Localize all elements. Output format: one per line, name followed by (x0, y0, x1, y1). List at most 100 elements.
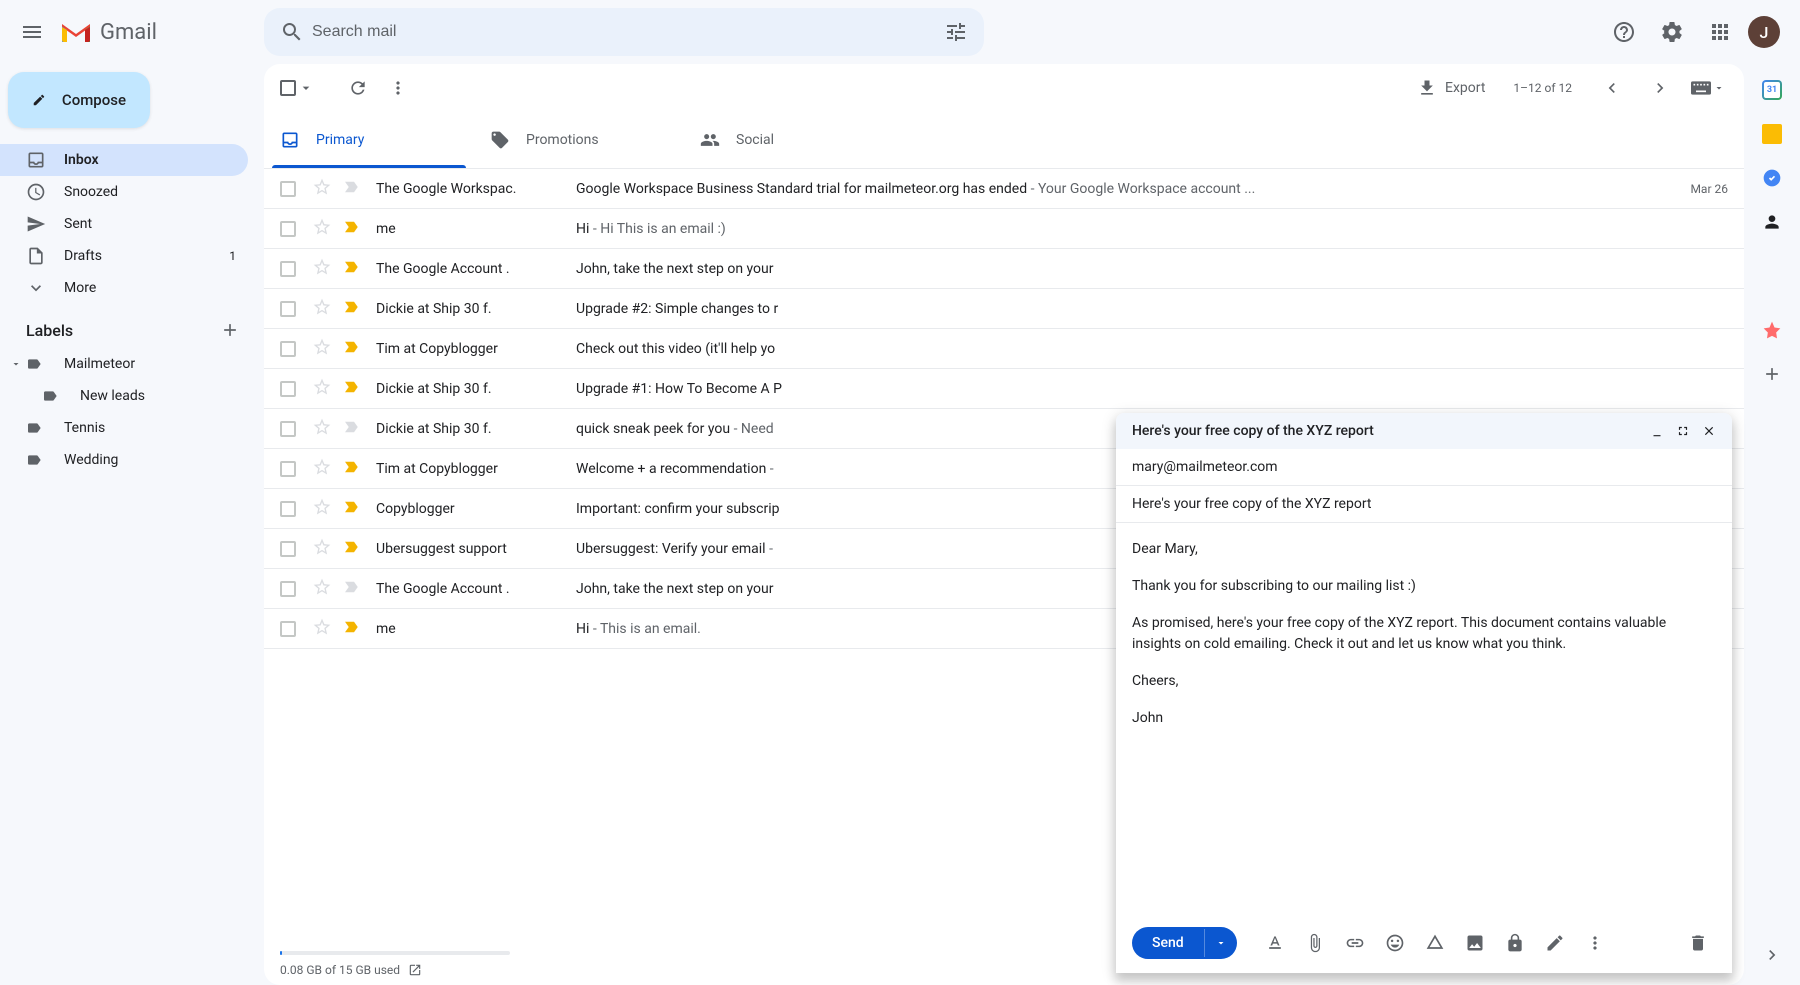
add-label-icon[interactable] (220, 320, 240, 340)
compose-body[interactable]: Dear Mary, Thank you for subscribing to … (1116, 523, 1732, 913)
main-menu-button[interactable] (8, 8, 56, 56)
email-row[interactable]: The Google Workspac. Google Workspace Bu… (264, 169, 1744, 209)
support-button[interactable] (1604, 12, 1644, 52)
important-marker[interactable] (342, 578, 362, 600)
tasks-app[interactable] (1762, 168, 1782, 188)
tab-promotions[interactable]: Promotions (474, 112, 684, 168)
label-mailmeteor[interactable]: Mailmeteor (0, 348, 256, 380)
important-icon (342, 178, 360, 196)
star-button[interactable] (312, 417, 332, 441)
nav-snoozed[interactable]: Snoozed (0, 176, 248, 208)
row-checkbox[interactable] (280, 501, 300, 517)
row-checkbox[interactable] (280, 541, 300, 557)
mailmeteor-app[interactable] (1762, 320, 1782, 340)
important-marker[interactable] (342, 378, 362, 400)
attach-button[interactable] (1297, 925, 1333, 961)
important-marker[interactable] (342, 458, 362, 480)
star-button[interactable] (312, 297, 332, 321)
important-marker[interactable] (342, 538, 362, 560)
row-checkbox[interactable] (280, 621, 300, 637)
star-button[interactable] (312, 217, 332, 241)
row-checkbox[interactable] (280, 381, 300, 397)
drive-button[interactable] (1417, 925, 1453, 961)
star-button[interactable] (312, 377, 332, 401)
more-button[interactable] (378, 68, 418, 108)
confidential-button[interactable] (1497, 925, 1533, 961)
nav-more[interactable]: More (0, 272, 248, 304)
prev-page-button[interactable] (1592, 68, 1632, 108)
search-options-button[interactable] (936, 12, 976, 52)
label-new-leads[interactable]: New leads (0, 380, 256, 412)
email-row[interactable]: The Google Account . John, take the next… (264, 249, 1744, 289)
tab-primary[interactable]: Primary (264, 112, 474, 168)
important-marker[interactable] (342, 338, 362, 360)
account-avatar[interactable]: J (1748, 16, 1780, 48)
link-button[interactable] (1337, 925, 1373, 961)
close-compose-button[interactable] (1702, 424, 1716, 438)
label-wedding[interactable]: Wedding (0, 444, 256, 476)
fullscreen-button[interactable] (1676, 424, 1690, 438)
open-new-icon[interactable] (408, 963, 422, 977)
to-field[interactable]: mary@mailmeteor.com (1116, 449, 1732, 486)
calendar-app[interactable]: 31 (1762, 80, 1782, 100)
minimize-button[interactable] (1650, 424, 1664, 438)
star-button[interactable] (312, 577, 332, 601)
important-marker[interactable] (342, 418, 362, 440)
row-checkbox[interactable] (280, 181, 300, 197)
row-checkbox[interactable] (280, 581, 300, 597)
row-checkbox[interactable] (280, 341, 300, 357)
star-button[interactable] (312, 617, 332, 641)
gmail-logo[interactable]: Gmail (60, 20, 157, 45)
nav-inbox[interactable]: Inbox (0, 144, 248, 176)
select-all-checkbox[interactable] (280, 80, 314, 96)
add-app[interactable] (1762, 364, 1782, 384)
send-button[interactable]: Send (1132, 927, 1237, 959)
row-checkbox[interactable] (280, 421, 300, 437)
subject-field[interactable]: Here's your free copy of the XYZ report (1116, 486, 1732, 523)
email-row[interactable]: Tim at Copyblogger Check out this video … (264, 329, 1744, 369)
next-page-button[interactable] (1640, 68, 1680, 108)
star-button[interactable] (312, 257, 332, 281)
nav-drafts[interactable]: Drafts1 (0, 240, 248, 272)
important-marker[interactable] (342, 218, 362, 240)
important-marker[interactable] (342, 298, 362, 320)
contacts-app[interactable] (1762, 212, 1782, 232)
search-button[interactable] (272, 12, 312, 52)
star-button[interactable] (312, 497, 332, 521)
important-marker[interactable] (342, 618, 362, 640)
compose-button[interactable]: Compose (8, 72, 150, 128)
keep-app[interactable] (1762, 124, 1782, 144)
email-row[interactable]: Dickie at Ship 30 f. Upgrade #2: Simple … (264, 289, 1744, 329)
star-button[interactable] (312, 177, 332, 201)
send-options-button[interactable] (1204, 929, 1237, 957)
nav-sent[interactable]: Sent (0, 208, 248, 240)
star-button[interactable] (312, 457, 332, 481)
label-icon (26, 452, 42, 468)
image-button[interactable] (1457, 925, 1493, 961)
export-button[interactable]: Export (1409, 78, 1493, 98)
important-marker[interactable] (342, 258, 362, 280)
row-checkbox[interactable] (280, 221, 300, 237)
row-checkbox[interactable] (280, 301, 300, 317)
format-button[interactable] (1257, 925, 1293, 961)
search-input[interactable] (312, 23, 936, 41)
chevron-right-icon[interactable] (1762, 945, 1782, 965)
input-tools-button[interactable] (1688, 68, 1728, 108)
emoji-button[interactable] (1377, 925, 1413, 961)
compose-more-button[interactable] (1577, 925, 1613, 961)
important-marker[interactable] (342, 178, 362, 200)
tab-social[interactable]: Social (684, 112, 894, 168)
row-checkbox[interactable] (280, 461, 300, 477)
row-checkbox[interactable] (280, 261, 300, 277)
email-row[interactable]: me Hi - Hi This is an email :) (264, 209, 1744, 249)
settings-button[interactable] (1652, 12, 1692, 52)
refresh-button[interactable] (338, 68, 378, 108)
discard-button[interactable] (1680, 925, 1716, 961)
star-button[interactable] (312, 337, 332, 361)
apps-button[interactable] (1700, 12, 1740, 52)
signature-button[interactable] (1537, 925, 1573, 961)
important-marker[interactable] (342, 498, 362, 520)
star-button[interactable] (312, 537, 332, 561)
label-tennis[interactable]: Tennis (0, 412, 256, 444)
email-row[interactable]: Dickie at Ship 30 f. Upgrade #1: How To … (264, 369, 1744, 409)
